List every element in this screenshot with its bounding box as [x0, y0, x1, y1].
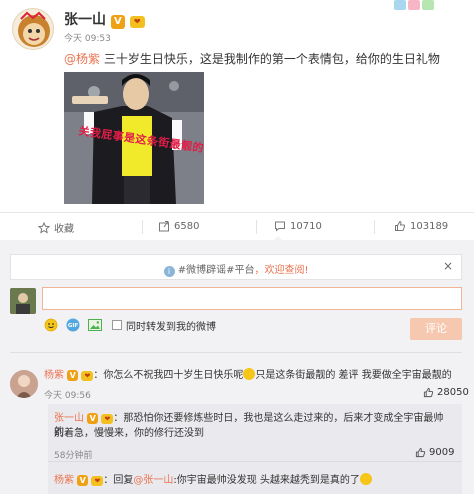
mention-link[interactable]: @杨紫	[64, 52, 100, 66]
thumbs-up-icon	[423, 387, 434, 398]
decoration-card-icon	[394, 0, 446, 14]
author-name-text[interactable]: 张一山	[64, 12, 106, 28]
post-body-text: 三十岁生日快乐，这是我制作的第一个表情包，给你的生日礼物	[100, 52, 440, 66]
svg-text:GIF: GIF	[68, 323, 79, 329]
comments-divider	[10, 352, 462, 353]
comment-body: 你怎么不祝我四十岁生日快乐呢	[103, 370, 244, 381]
reply-like-button[interactable]: 9009	[415, 447, 454, 458]
action-separator	[256, 220, 257, 234]
comment-count: 10710	[290, 220, 322, 232]
notice-text: i #微博辟谣#平台，欢迎查阅!	[11, 261, 461, 277]
commenter-avatar[interactable]	[10, 370, 38, 398]
user-photo-icon	[10, 288, 36, 314]
comment-author[interactable]: 杨紫	[44, 370, 64, 381]
thumbs-up-icon	[395, 220, 406, 231]
verified-badge-icon: V	[110, 15, 125, 29]
reply-author[interactable]: 杨紫	[54, 475, 74, 486]
comment-like-count: 28050	[437, 387, 469, 398]
star-icon	[38, 221, 50, 234]
reply-body: :你宇宙最帅没发现 头越来越秃到是真的了	[173, 475, 360, 486]
verified-badge-icon: V	[77, 475, 89, 486]
notice-suffix[interactable]: ，欢迎查阅!	[254, 265, 308, 276]
verified-badge-icon: V	[87, 413, 99, 424]
comment-body-end: 只是这条街最靓的 差评 我要做全宇宙最靓的	[255, 370, 452, 381]
submit-comment-button[interactable]: 评论	[410, 318, 462, 340]
gif-icon[interactable]: GIF	[66, 318, 80, 332]
smile-emoji-icon	[359, 473, 372, 485]
post-text: @杨紫 三十岁生日快乐，这是我制作的第一个表情包，给你的生日礼物	[64, 50, 440, 67]
like-button[interactable]: 103189	[394, 220, 448, 232]
repost-button[interactable]: 6580	[158, 220, 199, 232]
author-name[interactable]: 张一山 V ❤	[64, 9, 145, 29]
action-separator	[142, 220, 143, 234]
comment-icon	[275, 221, 285, 232]
reply-author[interactable]: 张一山	[54, 413, 84, 424]
info-icon: i	[163, 266, 175, 277]
comment-time[interactable]: 今天 09:56	[44, 388, 91, 401]
member-level-icon: ❤	[101, 414, 114, 424]
comment-button[interactable]: 10710	[274, 220, 322, 232]
user-avatar[interactable]	[10, 288, 36, 314]
notice-topic[interactable]: #微博辟谣#平台	[178, 265, 255, 276]
like-count: 103189	[410, 220, 449, 232]
comment-colon: ：	[93, 370, 104, 381]
reply-prefix: ：回复	[103, 475, 134, 486]
action-separator	[374, 220, 375, 234]
reply-time[interactable]: 58分钟前	[54, 448, 92, 461]
comment-input[interactable]	[42, 287, 462, 310]
reply-text: 杨紫 V ❤ ：回复@张一山:你宇宙最帅没发现 头越来越秃到是真的了	[54, 473, 372, 488]
notice-banner: i #微博辟谣#平台，欢迎查阅! ×	[10, 254, 462, 280]
thumbs-up-icon	[415, 447, 426, 458]
post-time[interactable]: 今天 09:53	[64, 31, 111, 44]
comment-text: 杨紫 V ❤ ：你怎么不祝我四十岁生日快乐呢 只是这条街最靓的 差评 我要做全宇宙最…	[44, 368, 452, 383]
favorite-label: 收藏	[54, 224, 74, 235]
repost-checkbox-label[interactable]: 同时转发到我的微博	[126, 318, 216, 333]
share-icon	[159, 221, 169, 232]
member-level-icon: ❤	[129, 16, 145, 28]
smile-emoji-icon	[243, 368, 256, 380]
reply-body-line2: 别着急，慢慢来，你的修行还没到	[54, 428, 204, 439]
author-avatar[interactable]	[12, 8, 54, 50]
commenter-photo-icon	[10, 370, 38, 398]
reply-like-count: 9009	[429, 447, 455, 458]
mention-link[interactable]: @张一山	[133, 475, 173, 486]
emoji-icon[interactable]	[44, 318, 58, 332]
action-bar-divider	[0, 212, 474, 213]
repost-count: 6580	[174, 220, 200, 232]
favorite-button[interactable]: 收藏	[38, 220, 74, 235]
image-icon[interactable]	[88, 318, 102, 332]
member-level-icon: ❤	[81, 371, 94, 381]
reply-divider	[48, 461, 462, 462]
close-icon[interactable]: ×	[443, 259, 453, 273]
post-image[interactable]: 关我屁事是这条街最靓的仔	[64, 72, 204, 204]
monkey-avatar-icon	[18, 11, 50, 47]
repost-checkbox[interactable]	[112, 320, 122, 330]
comment-like-button[interactable]: 28050	[423, 387, 469, 398]
verified-badge-icon: V	[67, 370, 79, 381]
member-level-icon: ❤	[91, 476, 104, 486]
